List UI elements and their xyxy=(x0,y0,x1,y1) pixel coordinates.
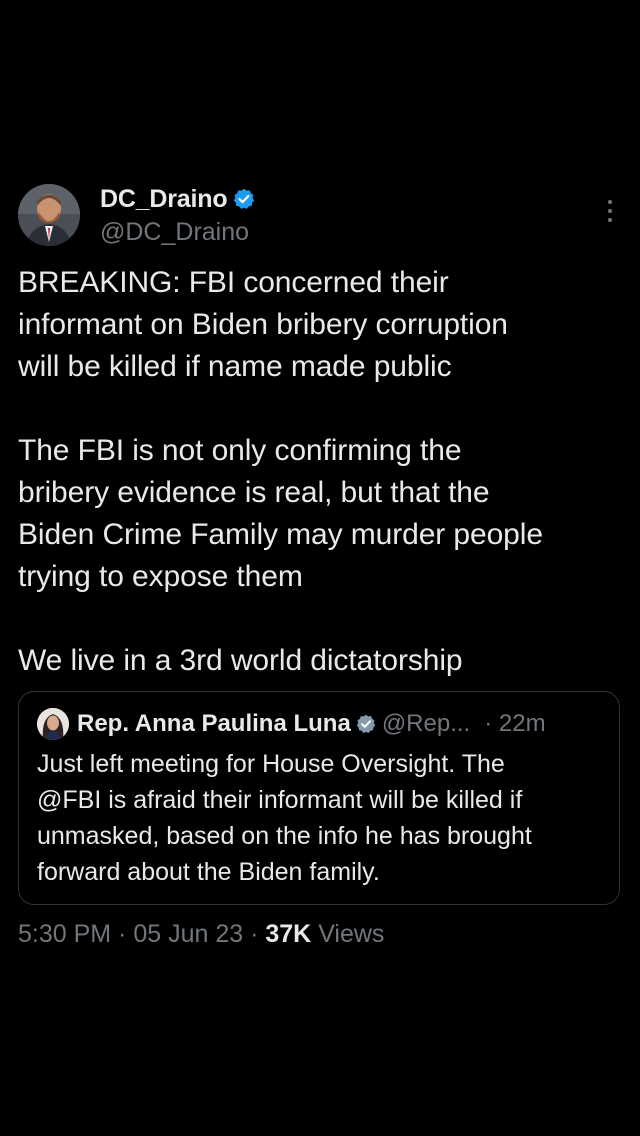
quoted-tweet-text: Just left meeting for House Oversight. T… xyxy=(37,750,532,886)
author-avatar[interactable] xyxy=(18,184,80,246)
tweet-text: BREAKING: FBI concerned their informant … xyxy=(18,266,543,677)
quoted-author-handle[interactable]: @Rep... xyxy=(382,710,470,738)
author-handle[interactable]: @DC_Draino xyxy=(100,218,249,247)
quoted-author-display-name[interactable]: Rep. Anna Paulina Luna xyxy=(77,710,351,738)
author-display-name[interactable]: DC_Draino xyxy=(100,185,228,214)
author-name-row[interactable]: DC_Draino xyxy=(100,184,255,214)
quoted-timestamp[interactable]: · 22m xyxy=(484,710,545,738)
quoted-tweet-header: Rep. Anna Paulina Luna @Rep... · 22m xyxy=(37,706,546,742)
meta-separator: · xyxy=(243,920,266,948)
views-label: Views xyxy=(311,920,385,948)
tweet-time[interactable]: 5:30 PM xyxy=(18,920,111,948)
quoted-verified-badge-icon xyxy=(356,714,376,734)
tweet-meta: 5:30 PM · 05 Jun 23 · 37K Views xyxy=(18,920,384,949)
verified-badge-icon xyxy=(233,188,255,210)
more-vertical-icon[interactable] xyxy=(606,200,614,228)
tweet-date[interactable]: 05 Jun 23 xyxy=(133,920,243,948)
quoted-author-avatar[interactable] xyxy=(37,708,69,740)
quoted-tweet[interactable]: Rep. Anna Paulina Luna @Rep... · 22m Jus… xyxy=(18,691,620,905)
views-count[interactable]: 37K xyxy=(265,920,311,948)
tweet-author: DC_Draino @DC_Draino xyxy=(18,184,622,248)
meta-separator: · xyxy=(111,920,134,948)
